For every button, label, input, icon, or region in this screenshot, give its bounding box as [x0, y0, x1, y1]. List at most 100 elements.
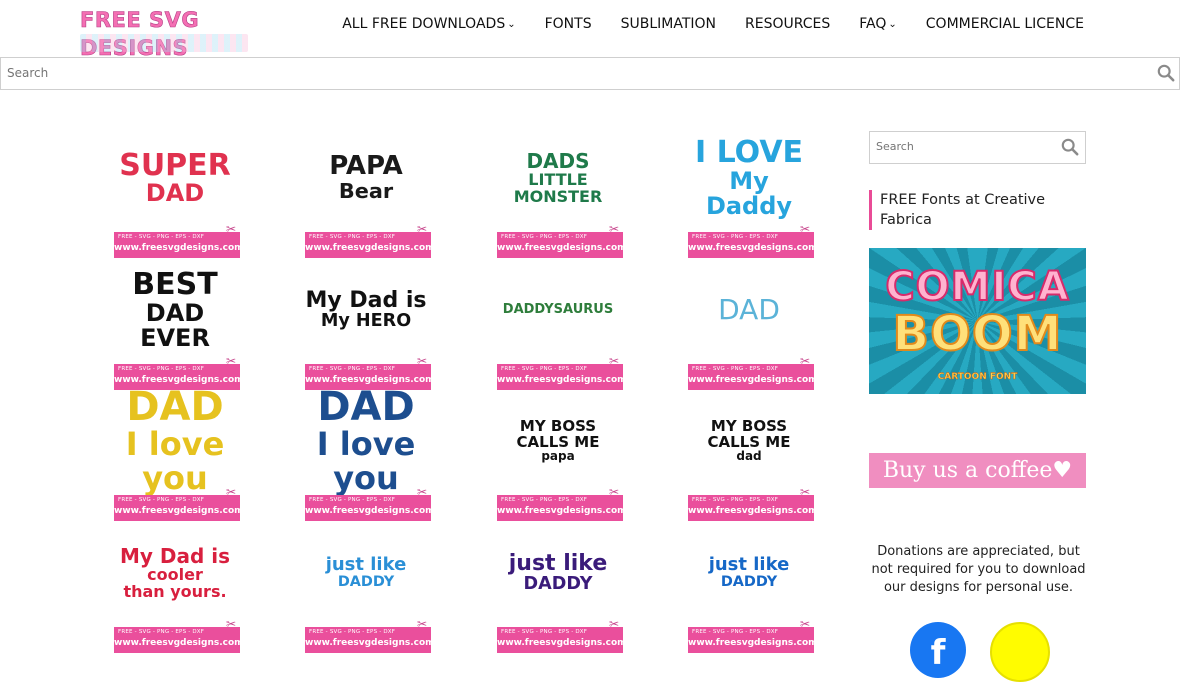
format-list: FREE - SVG - PNG - EPS - DXF — [309, 629, 396, 635]
design-text: I love you — [316, 425, 416, 497]
scissors-icon: ✂ — [416, 222, 427, 236]
scissors-icon: ✂ — [608, 485, 619, 499]
design-artwork: DADS LITTLE MONSTER — [493, 132, 623, 224]
watermark-band: FREE - SVG - PNG - EPS - DXF www.freesvgd… — [497, 617, 627, 653]
design-text: cooler — [147, 564, 203, 584]
design-text: My Daddy — [705, 166, 793, 220]
site-url: www.freesvgdesigns.com — [497, 506, 627, 516]
heart-icon: ♥ — [1052, 458, 1073, 483]
watermark-band: FREE - SVG - PNG - EPS - DXF www.freesvgd… — [497, 354, 627, 390]
design-tile[interactable]: DADDYSAURUS FREE - SVG - PNG - EPS - DXF w… — [493, 264, 627, 390]
site-url: www.freesvgdesigns.com — [305, 638, 435, 648]
design-tile[interactable]: DAD FREE - SVG - PNG - EPS - DXF www.frees… — [684, 264, 818, 390]
watermark-band: FREE - SVG - PNG - EPS - DXF www.freesvgd… — [497, 485, 627, 521]
search-input[interactable] — [1, 58, 1143, 87]
design-text: DADDY — [337, 573, 395, 590]
nav-label: FAQ — [859, 16, 887, 32]
design-tile[interactable]: My Dad is My HERO FREE - SVG - PNG - EPS -… — [301, 264, 435, 390]
design-tile[interactable]: SUPER DAD FREE - SVG - PNG - EPS - DXF www.… — [110, 132, 244, 258]
nav-sublimation[interactable]: SUBLIMATION — [621, 16, 716, 32]
promo-line2: BOOM — [892, 305, 1063, 363]
design-tile[interactable]: DAD I love you FREE - SVG - PNG - EPS - DX… — [301, 386, 435, 521]
format-list: FREE - SVG - PNG - EPS - DXF — [692, 629, 779, 635]
nav-label: COMMERCIAL LICENCE — [925, 16, 1084, 32]
format-list: FREE - SVG - PNG - EPS - DXF — [309, 234, 396, 240]
site-logo[interactable]: FREE SVG DESIGNS — [80, 6, 250, 60]
scissors-icon: ✂ — [225, 617, 236, 631]
nav-label: ALL FREE DOWNLOADS — [342, 16, 506, 32]
format-list: FREE - SVG - PNG - EPS - DXF — [692, 366, 779, 372]
watermark-band: FREE - SVG - PNG - EPS - DXF www.freesvgd… — [688, 485, 818, 521]
design-artwork: DAD I love you — [110, 386, 240, 494]
design-text: just like — [508, 551, 608, 577]
watermark-band: FREE - SVG - PNG - EPS - DXF www.freesvgd… — [688, 354, 818, 390]
site-header: FREE SVG DESIGNS ALL FREE DOWNLOADS ⌄ FON… — [0, 0, 1180, 60]
design-artwork: just like DADDY — [301, 527, 431, 619]
nav-all-free-downloads[interactable]: ALL FREE DOWNLOADS ⌄ — [342, 16, 515, 32]
design-tile[interactable]: DAD I love you FREE - SVG - PNG - EPS - DX… — [110, 386, 244, 521]
design-tile[interactable]: My Dad is cooler than yours. FREE - SVG - P… — [110, 527, 244, 653]
scissors-icon: ✂ — [416, 354, 427, 368]
coffee-label: Buy us a coffee — [882, 458, 1053, 483]
design-tile[interactable]: I LOVE My Daddy FREE - SVG - PNG - EPS - D… — [684, 132, 818, 258]
design-tile[interactable]: just like DADDY FREE - SVG - PNG - EPS - D… — [301, 527, 435, 653]
promo-line3: CARTOON FONT — [937, 372, 1018, 382]
nav-label: FONTS — [544, 16, 592, 32]
format-list: FREE - SVG - PNG - EPS - DXF — [501, 629, 588, 635]
site-url: www.freesvgdesigns.com — [305, 243, 435, 253]
nav-label: RESOURCES — [745, 16, 831, 32]
scissors-icon: ✂ — [799, 222, 810, 236]
design-text: just like — [325, 553, 407, 575]
nav-faq[interactable]: FAQ ⌄ — [859, 16, 897, 32]
design-text: DADS — [526, 148, 590, 173]
design-text: EVER — [140, 323, 210, 352]
design-tile[interactable]: DADS LITTLE MONSTER FREE - SVG - PNG - EPS … — [493, 132, 627, 258]
site-url: www.freesvgdesigns.com — [497, 638, 627, 648]
design-tile[interactable]: MY BOSS CALLS ME papa FREE - SVG - PNG - E… — [493, 395, 627, 521]
sidebar-search-input[interactable] — [870, 132, 1062, 161]
design-artwork: DAD — [684, 264, 814, 356]
design-artwork: MY BOSS CALLS ME papa — [493, 395, 623, 487]
design-tile[interactable]: BEST DAD EVER FREE - SVG - PNG - EPS - DXF w… — [110, 264, 244, 390]
nav-fonts[interactable]: FONTS — [545, 16, 592, 32]
nav-resources[interactable]: RESOURCES — [745, 16, 830, 32]
format-list: FREE - SVG - PNG - EPS - DXF — [118, 366, 205, 372]
scissors-icon: ✂ — [416, 485, 427, 499]
nav-commercial-licence[interactable]: COMMERCIAL LICENCE — [926, 16, 1084, 32]
chevron-down-icon: ⌄ — [888, 18, 897, 30]
nav-label: SUBLIMATION — [620, 16, 716, 32]
design-tile[interactable]: MY BOSS CALLS ME dad FREE - SVG - PNG - EP… — [684, 395, 818, 521]
design-text: My HERO — [320, 311, 412, 332]
buy-coffee-button[interactable]: Buy us a coffee♥ — [869, 453, 1086, 488]
search-icon[interactable] — [1061, 138, 1079, 156]
facebook-icon[interactable]: f — [910, 622, 966, 678]
design-text: just like — [708, 553, 790, 575]
site-url: www.freesvgdesigns.com — [497, 243, 627, 253]
design-text: DAD — [145, 179, 205, 208]
design-text: PAPA — [329, 151, 403, 182]
site-url: www.freesvgdesigns.com — [305, 506, 435, 516]
site-url: www.freesvgdesigns.com — [688, 506, 818, 516]
design-tile[interactable]: just like DADDY FREE - SVG - PNG - EPS - D… — [684, 527, 818, 653]
scissors-icon: ✂ — [608, 222, 619, 236]
design-text: MONSTER — [513, 186, 603, 206]
design-text: SUPER — [119, 147, 231, 183]
design-tile[interactable]: just like DADDY FREE - SVG - PNG - EPS - D… — [493, 527, 627, 653]
site-url: www.freesvgdesigns.com — [497, 375, 627, 385]
design-artwork: I LOVE My Daddy — [684, 132, 814, 224]
format-list: FREE - SVG - PNG - EPS - DXF — [501, 366, 588, 372]
design-artwork: just like DADDY — [493, 527, 623, 619]
design-tile[interactable]: PAPA Bear FREE - SVG - PNG - EPS - DXF www.… — [301, 132, 435, 258]
watermark-band: FREE - SVG - PNG - EPS - DXF www.freesvgd… — [305, 617, 435, 653]
design-text: MY BOSS CALLS ME — [516, 416, 600, 451]
scissors-icon: ✂ — [799, 617, 810, 631]
site-url: www.freesvgdesigns.com — [114, 243, 244, 253]
snapchat-icon[interactable] — [990, 622, 1050, 682]
search-icon[interactable] — [1157, 64, 1175, 82]
watermark-band: FREE - SVG - PNG - EPS - DXF www.freesvgd… — [305, 485, 435, 521]
scissors-icon: ✂ — [225, 354, 236, 368]
design-text: I LOVE — [694, 135, 804, 171]
watermark-band: FREE - SVG - PNG - EPS - DXF www.freesvgd… — [114, 222, 244, 258]
comica-boom-promo[interactable]: COMICA BOOM CARTOON FONT — [869, 248, 1086, 394]
donation-text: Donations are appreciated, but not requi… — [871, 544, 1086, 595]
